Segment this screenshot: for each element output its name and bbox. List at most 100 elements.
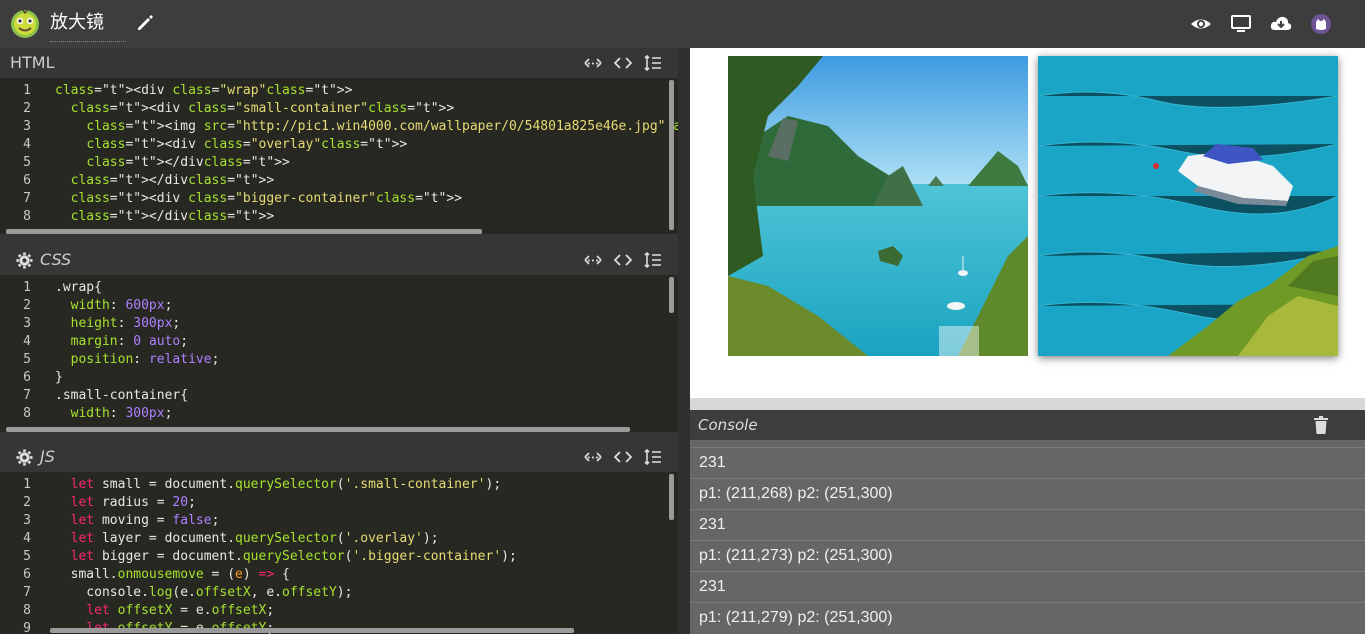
- html-editor[interactable]: 1 class="t"><div class="wrap"class="t">> 2…: [0, 78, 678, 234]
- gear-icon[interactable]: [16, 449, 33, 466]
- code-text: height: 300px;: [70, 316, 181, 331]
- console-log-entry: 231: [690, 509, 1365, 540]
- code-icon[interactable]: [614, 449, 632, 465]
- landscape-image: [728, 56, 1028, 356]
- code-text: console.log(e.offsetX, e.offsetY);: [55, 585, 353, 600]
- js-code-line[interactable]: 5 let bigger = document.querySelector('.…: [0, 548, 660, 566]
- js-code-line[interactable]: 4 let layer = document.querySelector('.o…: [0, 530, 660, 548]
- js-panel-header: JS •••: [0, 442, 678, 472]
- js-code-line[interactable]: 3 let moving = false;: [0, 512, 660, 530]
- magnifier-overlay[interactable]: [939, 326, 979, 356]
- code-text: class="t"><div class="small-container"cl…: [70, 101, 455, 116]
- line-number: 8: [23, 209, 31, 224]
- pencil-icon[interactable]: [135, 13, 155, 33]
- zoomed-image: [1038, 56, 1338, 356]
- html-code-line[interactable]: 7 class="t"><div class="bigger-container…: [0, 190, 660, 208]
- css-code-line[interactable]: 8 width: 300px;: [0, 405, 660, 423]
- code-text: .small-container{: [55, 388, 189, 403]
- css-code-line[interactable]: 7 .small-container{: [0, 387, 660, 405]
- css-code-line[interactable]: 3 height: 300px;: [0, 315, 660, 333]
- line-number: 6: [23, 567, 31, 582]
- js-panel-title: JS: [40, 447, 55, 466]
- svg-text:•••: •••: [587, 60, 599, 68]
- code-text: let small = document.querySelector('.sma…: [70, 477, 502, 492]
- css-code-line[interactable]: 5 position: relative;: [0, 351, 660, 369]
- pane-divider[interactable]: [678, 48, 690, 634]
- line-number: 2: [23, 101, 31, 116]
- js-code-line[interactable]: 6 small.onmousemove = (e) => {: [0, 566, 660, 584]
- js-code-line[interactable]: 8 let offsetX = e.offsetX;: [0, 602, 660, 620]
- css-code-line[interactable]: 6}: [0, 369, 660, 387]
- github-icon[interactable]: [1310, 13, 1332, 35]
- line-number: 9: [23, 621, 31, 634]
- js-code-line[interactable]: 1 let small = document.querySelector('.s…: [0, 476, 660, 494]
- console-log-entry: p1: (211,273) p2: (251,300): [690, 540, 1365, 571]
- js-code-line[interactable]: 2 let radius = 20;: [0, 494, 660, 512]
- expand-horizontal-icon[interactable]: •••: [584, 449, 602, 465]
- line-number: 3: [23, 316, 31, 331]
- html-code-line[interactable]: 6 class="t"></divclass="t">>: [0, 172, 660, 190]
- app-title[interactable]: 放大镜: [50, 12, 104, 34]
- css-code-line[interactable]: 1 .wrap{: [0, 279, 660, 297]
- code-text: let bigger = document.querySelector('.bi…: [70, 549, 517, 564]
- code-text: class="t"></divclass="t">>: [86, 155, 290, 170]
- js-editor-hscroll[interactable]: [50, 628, 574, 633]
- code-icon[interactable]: [614, 252, 632, 268]
- css-code-line[interactable]: 4 margin: 0 auto;: [0, 333, 660, 351]
- gear-icon[interactable]: [16, 252, 33, 269]
- bigger-container-image: [1038, 56, 1338, 356]
- title-underline: [50, 41, 126, 42]
- html-code-line[interactable]: 1 class="t"><div class="wrap"class="t">>: [0, 82, 660, 100]
- code-text: small.onmousemove = (e) => {: [55, 567, 290, 582]
- preview-bottom-strip: [690, 398, 1365, 410]
- cloud-download-icon[interactable]: [1270, 13, 1292, 35]
- css-code-line[interactable]: 2 width: 600px;: [0, 297, 660, 315]
- eye-icon[interactable]: [1190, 13, 1212, 35]
- line-number: 4: [23, 531, 31, 546]
- code-text: class="t"></divclass="t">>: [70, 173, 275, 188]
- line-number: 6: [23, 370, 31, 385]
- monitor-icon[interactable]: [1230, 13, 1252, 35]
- js-code-line[interactable]: 7 console.log(e.offsetX, e.offsetY);: [0, 584, 660, 602]
- code-text: let radius = 20;: [70, 495, 196, 510]
- js-editor-vscroll[interactable]: [669, 474, 674, 520]
- expand-horizontal-icon[interactable]: •••: [584, 55, 602, 71]
- css-editor-vscroll[interactable]: [669, 277, 674, 313]
- html-code-line[interactable]: 4 class="t"><div class="overlay"class="t…: [0, 136, 660, 154]
- code-text: width: 600px;: [70, 298, 173, 313]
- editor-column: HTML ••• 1 class="t"><div class="wrap"cla…: [0, 48, 678, 634]
- line-number: 7: [23, 585, 31, 600]
- html-editor-hscroll[interactable]: [6, 229, 482, 234]
- js-editor[interactable]: 1 let small = document.querySelector('.s…: [0, 472, 678, 634]
- code-text: class="t"><img src="http://pic1.win4000.…: [86, 119, 678, 134]
- code-text: position: relative;: [70, 352, 220, 367]
- code-text: margin: 0 auto;: [70, 334, 189, 349]
- console-log-entry: 231: [690, 571, 1365, 602]
- format-lines-icon[interactable]: [644, 449, 662, 465]
- html-editor-vscroll[interactable]: [669, 80, 674, 230]
- trash-icon[interactable]: [1313, 416, 1329, 434]
- expand-horizontal-icon[interactable]: •••: [584, 252, 602, 268]
- small-container-image[interactable]: [728, 56, 1028, 356]
- line-number: 4: [23, 334, 31, 349]
- html-code-line[interactable]: 5 class="t"></divclass="t">>: [0, 154, 660, 172]
- code-text: class="t"></divclass="t">>: [70, 209, 275, 224]
- svg-text:•••: •••: [587, 257, 599, 265]
- line-number: 2: [23, 495, 31, 510]
- css-editor-hscroll[interactable]: [6, 427, 630, 432]
- line-number: 7: [23, 191, 31, 206]
- html-panel-title: HTML: [10, 53, 55, 72]
- line-number: 1: [23, 477, 31, 492]
- html-code-line[interactable]: 2 class="t"><div class="small-container"…: [0, 100, 660, 118]
- html-code-line[interactable]: 8 class="t"></divclass="t">>: [0, 208, 660, 226]
- line-number: 6: [23, 173, 31, 188]
- format-lines-icon[interactable]: [644, 55, 662, 71]
- css-panel-title: CSS: [40, 250, 72, 269]
- line-number: 5: [23, 352, 31, 367]
- line-number: 2: [23, 298, 31, 313]
- code-icon[interactable]: [614, 55, 632, 71]
- logo-icon: [11, 9, 39, 38]
- css-editor[interactable]: 1 .wrap{2 width: 600px; 3 height: 300px; 4 …: [0, 275, 678, 432]
- html-code-line[interactable]: 3 class="t"><img src="http://pic1.win400…: [0, 118, 678, 136]
- format-lines-icon[interactable]: [644, 252, 662, 268]
